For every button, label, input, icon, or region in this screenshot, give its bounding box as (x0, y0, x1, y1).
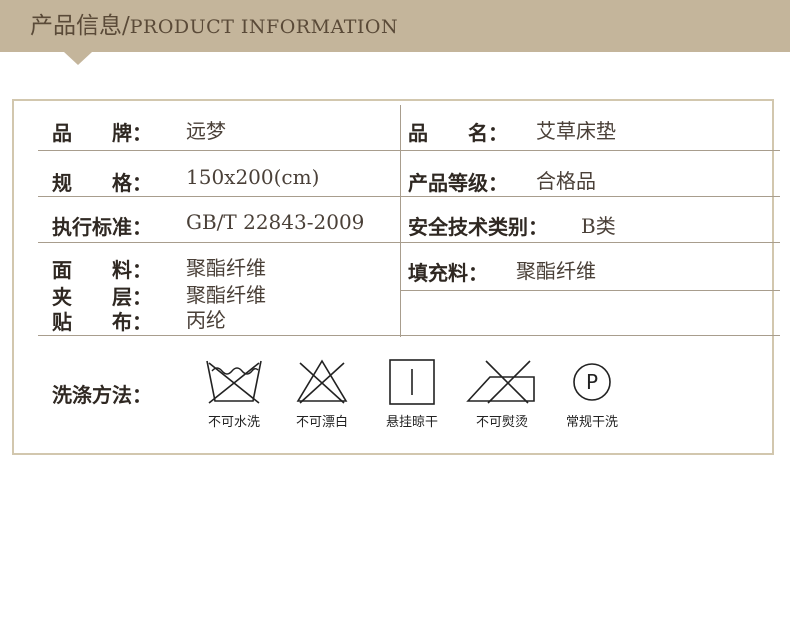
care-caption: 常规干洗 (565, 415, 618, 430)
no-bleach-icon (296, 359, 348, 404)
row-divider (38, 242, 780, 243)
care-caption: 悬挂晾干 (385, 415, 438, 430)
care-item-no-iron: 不可熨烫 (462, 357, 542, 430)
no-iron-icon (466, 360, 535, 404)
dry-clean-p-icon: P (573, 363, 611, 401)
product-name-value: 艾草床垫 (536, 119, 616, 143)
brand-value: 远梦 (186, 119, 226, 143)
care-caption: 不可漂白 (295, 415, 348, 430)
filling-label: 填充料： (408, 261, 488, 285)
backing-value: 丙纶 (186, 308, 226, 332)
grade-label: 产品等级： (408, 171, 508, 195)
standard-value: GB/T 22843-2009 (186, 210, 365, 234)
header-banner: 产品信息/PRODUCT INFORMATION (0, 0, 790, 52)
row-divider (38, 150, 780, 151)
hang-dry-icon (389, 359, 435, 405)
backing-label: 贴 布： (52, 310, 152, 334)
care-caption: 不可水洗 (207, 415, 260, 430)
brand-label: 品 牌： (52, 121, 152, 145)
title-cn: 产品信息/ (30, 13, 130, 39)
standard-label: 执行标准： (52, 215, 152, 239)
product-name-label: 品 名： (408, 121, 508, 145)
row-divider (400, 290, 780, 291)
care-caption: 不可熨烫 (475, 415, 528, 430)
care-item-hang-dry: 悬挂晾干 (372, 357, 452, 430)
care-item-dry-clean: P 常规干洗 (554, 357, 630, 430)
product-info-panel: 品 牌： 远梦 品 名： 艾草床垫 规 格： 150x200(cm) 产品等级：… (12, 99, 780, 455)
care-item-no-wash: 不可水洗 (196, 357, 272, 430)
safety-class-value: B类 (581, 214, 616, 238)
row-divider (38, 335, 780, 336)
no-wash-icon (206, 360, 262, 404)
fabric-value: 聚酯纤维 (186, 256, 266, 280)
grade-value: 合格品 (536, 169, 596, 193)
safety-class-label: 安全技术类别： (408, 215, 548, 239)
page-title: 产品信息/PRODUCT INFORMATION (30, 10, 398, 43)
banner-pointer (64, 52, 92, 65)
title-en: PRODUCT INFORMATION (129, 16, 399, 38)
fabric-label: 面 料： (52, 258, 152, 282)
care-item-no-bleach: 不可漂白 (282, 357, 362, 430)
spec-label: 规 格： (52, 171, 152, 195)
row-divider (38, 196, 780, 197)
filling-value: 聚酯纤维 (516, 259, 596, 283)
spec-value: 150x200(cm) (186, 165, 320, 189)
care-label: 洗涤方法： (52, 383, 152, 407)
dry-clean-symbol: P (586, 370, 598, 394)
column-divider (400, 105, 401, 337)
